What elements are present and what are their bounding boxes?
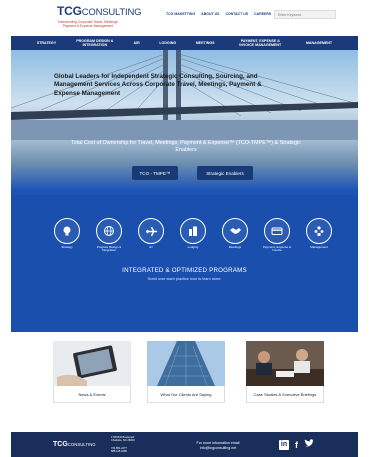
address-line-2: Charlotte, NC 28203 bbox=[111, 439, 135, 443]
topnav-marketing[interactable]: TCG MAKETTING bbox=[166, 12, 195, 16]
practice-label: Payment, Expense & Invoice bbox=[262, 245, 291, 253]
tablet-photo bbox=[53, 341, 131, 386]
page: TCGCONSULTING Transforming Corporate Tra… bbox=[11, 0, 358, 457]
phone-2: 888.415.0285 bbox=[111, 450, 127, 454]
nav-meetings[interactable]: MEETINGS bbox=[196, 41, 215, 45]
card-image bbox=[246, 341, 324, 386]
facebook-icon[interactable]: f bbox=[295, 440, 298, 450]
nav-air[interactable]: AIR bbox=[133, 41, 139, 45]
globe-icon bbox=[104, 226, 114, 236]
practice-air[interactable]: Air bbox=[135, 218, 167, 249]
building-icon bbox=[189, 226, 197, 236]
card-case-studies[interactable]: Case Studies & Executive Briefings bbox=[246, 341, 324, 403]
programs-title: INTEGRATED & OPTIMIZED PROGRAMS bbox=[122, 267, 247, 274]
practice-management[interactable]: Management bbox=[303, 218, 335, 249]
footer-logo-consult: CONSULTING bbox=[67, 442, 96, 447]
bulb-icon bbox=[63, 226, 71, 236]
topnav-contact[interactable]: CONTACT US bbox=[225, 12, 248, 16]
handshake-icon bbox=[229, 228, 241, 234]
nav-lodging[interactable]: LODGING bbox=[159, 41, 176, 45]
header: TCGCONSULTING Transforming Corporate Tra… bbox=[11, 0, 358, 36]
twitter-icon[interactable] bbox=[304, 439, 314, 450]
practice-label: Program Design & Integration bbox=[96, 245, 122, 253]
card-testimonials[interactable]: What Our Clients Are Saying bbox=[147, 341, 225, 403]
nav-program-design[interactable]: PROGRAM DESIGN & INTEGRATION bbox=[76, 39, 114, 47]
topnav-about[interactable]: ABOUT US bbox=[201, 12, 219, 16]
footer-logo-main: TCG bbox=[53, 441, 68, 448]
nav-management[interactable]: MANAGEMENT bbox=[306, 41, 332, 45]
plane-icon bbox=[145, 226, 157, 236]
card-icon bbox=[271, 227, 283, 235]
card-news-events[interactable]: News & Events bbox=[53, 341, 131, 403]
hero: Global Leaders for Independent Strategic… bbox=[11, 50, 358, 332]
practice-label: Meetings bbox=[228, 245, 242, 249]
card-image bbox=[147, 341, 225, 386]
hero-title: Global Leaders for Independent Strategic… bbox=[54, 73, 262, 97]
logo-consult: CONSULTING bbox=[81, 7, 142, 18]
topnav-careers[interactable]: CAREERS bbox=[254, 12, 271, 16]
logo-main: TCG bbox=[57, 4, 82, 18]
tco-tmpe-button[interactable]: TCO - TMPE™ bbox=[132, 166, 178, 180]
footer: TCGCONSULTING 1700 Bull Boulevard Charlo… bbox=[11, 432, 358, 457]
practice-program-design[interactable]: Program Design & Integration bbox=[93, 218, 125, 253]
logo-tagline: Transforming Corporate Travel, Meetings,… bbox=[57, 20, 119, 28]
main-nav: STRATEGY PROGRAM DESIGN & INTEGRATION AI… bbox=[11, 36, 358, 50]
card-label: Case Studies & Executive Briefings bbox=[246, 386, 324, 403]
nav-strategy[interactable]: STRATEGY bbox=[37, 41, 56, 45]
skyscraper-photo bbox=[147, 341, 225, 386]
social-links: in f bbox=[279, 439, 314, 450]
logo[interactable]: TCGCONSULTING Transforming Corporate Tra… bbox=[57, 4, 142, 28]
meeting-photo bbox=[246, 341, 324, 386]
top-nav: TCG MAKETTING ABOUT US CONTACT US CAREER… bbox=[166, 12, 271, 16]
practice-strategy[interactable]: Strategy bbox=[51, 218, 83, 249]
practice-label: Lodging bbox=[187, 245, 199, 249]
practice-label: Management bbox=[310, 245, 328, 249]
practice-meetings[interactable]: Meetings bbox=[219, 218, 251, 249]
card-label: News & Events bbox=[53, 386, 131, 403]
footer-phone: 704.851.2277 888.415.0285 bbox=[111, 447, 127, 453]
nav-payment[interactable]: PAYMENT, EXPENSE & INVOICE MANAGEMENT bbox=[234, 39, 286, 47]
strategic-enablers-button[interactable]: Strategic Enablers bbox=[197, 166, 253, 180]
search-input[interactable]: Enter Keyword bbox=[274, 10, 336, 19]
practice-icons: Strategy Program Design & Integration Ai… bbox=[51, 218, 332, 262]
footer-contact: For more information email info@tcgconsu… bbox=[183, 441, 253, 450]
people-icon bbox=[314, 226, 324, 236]
footer-address: 1700 Bull Boulevard Charlotte, NC 28203 bbox=[111, 436, 135, 442]
email-link[interactable]: info@tcgconsulting.net bbox=[183, 446, 253, 451]
card-label: What Our Clients Are Saying bbox=[147, 386, 225, 403]
hero-blue-band bbox=[11, 195, 358, 332]
feature-cards: News & Events What Our Clients Are Sayin… bbox=[11, 332, 358, 432]
card-image bbox=[53, 341, 131, 386]
linkedin-icon[interactable]: in bbox=[279, 439, 289, 450]
footer-logo[interactable]: TCGCONSULTING bbox=[53, 441, 96, 448]
practice-payment[interactable]: Payment, Expense & Invoice bbox=[261, 218, 293, 253]
practice-lodging[interactable]: Lodging bbox=[177, 218, 209, 249]
programs-subtitle: Scroll over each practice icon to learn … bbox=[147, 277, 222, 281]
practice-label: Strategy bbox=[61, 245, 73, 249]
tco-heading: Total Cost of Ownership for Travel, Meet… bbox=[71, 140, 301, 154]
practice-label: Air bbox=[149, 245, 153, 249]
